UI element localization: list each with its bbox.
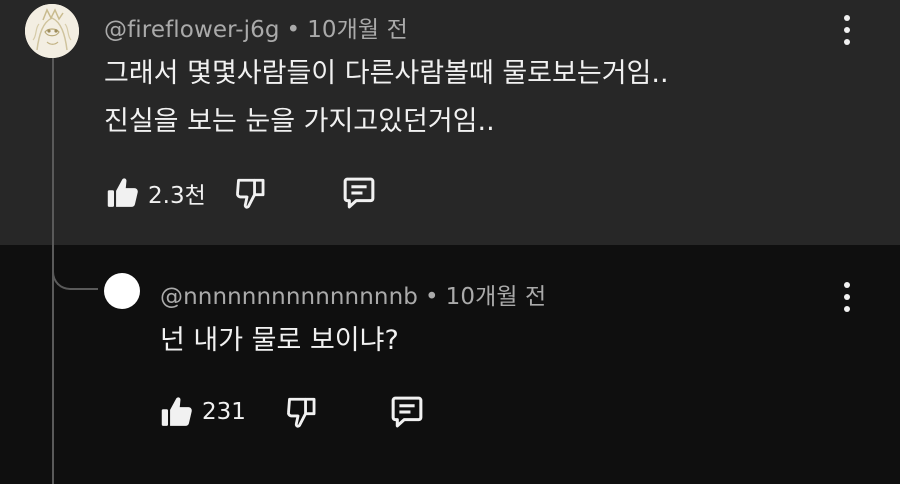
comment-timestamp[interactable]: 10개월 전 <box>307 17 408 43</box>
reply-like-button[interactable]: 231 <box>160 394 246 430</box>
thumbs-down-icon <box>287 397 316 428</box>
reply-dislike-button[interactable] <box>285 395 319 429</box>
comment-like-count: 2.3천 <box>148 183 206 209</box>
reply-comment-icon <box>391 396 423 428</box>
reply-text: 넌 내가 물로 보이냐? <box>160 325 399 356</box>
comment-dislike-button[interactable] <box>234 176 268 210</box>
reply-timestamp[interactable]: 10개월 전 <box>446 284 547 310</box>
comment-more-button[interactable] <box>843 15 851 45</box>
avatar-sketch-image <box>25 4 79 58</box>
reply-avatar[interactable] <box>104 273 140 309</box>
reply-username[interactable]: @nnnnnnnnnnnnnnnb <box>160 284 418 310</box>
comment-like-button[interactable]: 2.3천 <box>106 175 206 211</box>
comment-text-line-2: 진실을 보는 눈을 가지고있던거임.. <box>104 106 495 137</box>
reply-like-count: 231 <box>202 399 246 425</box>
reply-comment-icon <box>343 177 375 209</box>
comment-meta: @fireflower-j6g • 10개월 전 <box>104 10 408 44</box>
comment-reply-button[interactable] <box>341 176 377 210</box>
comment-text-line-1: 그래서 몇몇사람들이 다른사람볼때 물로보는거임.. <box>104 58 669 89</box>
thumbs-up-icon <box>107 178 138 207</box>
thread-connector-curve <box>52 252 98 290</box>
reply-reply-button[interactable] <box>389 395 425 429</box>
more-vert-icon <box>844 282 850 288</box>
reply-meta: @nnnnnnnnnnnnnnnb • 10개월 전 <box>160 277 546 311</box>
meta-separator: • <box>424 284 439 310</box>
reply-more-button[interactable] <box>843 282 851 312</box>
avatar[interactable] <box>25 4 79 58</box>
meta-separator: • <box>286 17 301 43</box>
more-vert-icon <box>844 15 850 21</box>
comment-username[interactable]: @fireflower-j6g <box>104 17 280 43</box>
thumbs-up-icon <box>161 397 192 426</box>
thumbs-down-icon <box>236 178 265 209</box>
